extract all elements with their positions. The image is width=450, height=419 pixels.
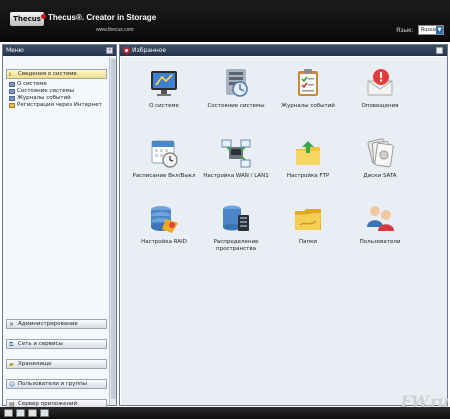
taskbar-disk-icon[interactable] xyxy=(16,409,25,417)
monitor-icon xyxy=(151,71,177,96)
users-icon: ☺ xyxy=(9,381,16,388)
tile-space-allocation[interactable]: Распределение пространства xyxy=(201,203,271,261)
tile-raid-settings[interactable]: Настройка RAID xyxy=(129,203,199,261)
tile-ftp-settings[interactable]: Настройка FTP xyxy=(273,137,343,195)
fwru-watermark: FW.ru xyxy=(400,392,449,411)
menu-item-online-registration[interactable]: Регистрация через Интернет xyxy=(9,102,102,109)
menu-title-bar: Меню « xyxy=(3,45,116,56)
menu-section-storage[interactable]: ▰ Хранилище xyxy=(6,359,107,369)
language-value: Russia xyxy=(421,27,438,33)
menu-section-label: Пользователи и группы xyxy=(18,381,88,387)
taskbar-network-icon[interactable] xyxy=(40,409,49,417)
tile-users[interactable]: Пользователи xyxy=(345,203,415,261)
favorites-panel: Избранное О системе Состояние системы Жу… xyxy=(119,44,448,406)
clipboard-icon xyxy=(9,96,15,101)
menu-item-about[interactable]: О системе xyxy=(9,81,47,88)
tile-folders[interactable]: Папки xyxy=(273,203,343,261)
menu-section-users-groups[interactable]: ☺ Пользователи и группы xyxy=(6,379,107,389)
menu-item-label: Журналы событий xyxy=(17,95,71,101)
menu-scrollbar-thumb[interactable] xyxy=(111,59,116,399)
brand-url: www.thecus.com xyxy=(96,27,134,33)
users-icon xyxy=(367,206,394,231)
taskbar-tools-icon[interactable] xyxy=(28,409,37,417)
tile-event-logs[interactable]: Журналы событий xyxy=(273,67,343,125)
menu-item-label: О системе xyxy=(17,81,47,87)
storage-icon: ▰ xyxy=(9,361,14,368)
menu-item-event-logs[interactable]: Журналы событий xyxy=(9,95,71,102)
collapse-menu-icon[interactable]: « xyxy=(106,47,113,54)
info-icon: ℹ xyxy=(9,71,12,78)
taskbar-grid-icon[interactable] xyxy=(4,409,13,417)
clipboard-icon xyxy=(298,69,318,96)
header-bar: Thecus Thecus®. Creator in Storage www.t… xyxy=(0,0,450,42)
menu-title: Меню xyxy=(6,47,24,54)
tile-about[interactable]: О системе xyxy=(129,67,199,125)
menu-item-label: Состояние системы xyxy=(17,88,75,94)
tile-wan-lan-settings[interactable]: Настройка WAN / LAN1 xyxy=(201,137,271,195)
menu-item-label: Регистрация через Интернет xyxy=(17,102,102,108)
brand-tagline: Thecus®. Creator in Storage xyxy=(48,13,157,22)
menu-section-network[interactable]: ⧉ Сеть и сервисы xyxy=(6,339,107,349)
menu-item-system-status[interactable]: Состояние системы xyxy=(9,88,74,95)
menu-section-label: Сведения о системе xyxy=(18,71,77,77)
tile-notifications[interactable]: Оповещения xyxy=(345,67,415,125)
tile-power-schedule[interactable]: Расписание Вкл/Выкл xyxy=(129,137,199,195)
menu-section-label: Администрирование xyxy=(18,321,78,327)
menu-section-label: Хранилище xyxy=(18,361,52,367)
menu-section-administration[interactable]: ✕ Администрирование xyxy=(6,319,107,329)
ftp-folder-icon xyxy=(296,141,320,165)
pin-icon[interactable] xyxy=(436,47,443,54)
space-allocation-icon xyxy=(223,205,249,231)
raid-icon xyxy=(151,206,178,233)
alert-icon xyxy=(367,69,393,96)
favorites-title: Избранное xyxy=(132,47,167,54)
menu-section-label: Сеть и сервисы xyxy=(18,341,63,347)
tools-icon: ✕ xyxy=(9,321,15,328)
favorites-icon xyxy=(123,47,130,54)
calendar-clock-icon xyxy=(151,140,178,168)
language-select[interactable]: Russia ▼ xyxy=(418,25,444,35)
tile-system-status[interactable]: Состояние системы xyxy=(201,67,271,125)
menu-section-system-info[interactable]: ℹ Сведения о системе xyxy=(6,69,107,79)
system-status-icon xyxy=(226,69,248,97)
network-icon: ⧉ xyxy=(9,341,14,348)
monitor-icon xyxy=(9,82,15,87)
favorites-title-bar: Избранное xyxy=(120,45,447,56)
language-label: Язык: xyxy=(396,27,414,34)
disks-icon xyxy=(367,138,394,168)
menu-scrollbar[interactable] xyxy=(109,57,116,405)
chevron-down-icon[interactable]: ▼ xyxy=(436,26,443,34)
folder-icon xyxy=(295,209,321,230)
network-config-icon xyxy=(221,139,251,168)
favorites-grid: О системе Состояние системы Журналы собы… xyxy=(121,57,447,405)
system-status-icon xyxy=(9,89,15,94)
menu-panel: Меню « ℹ Сведения о системе О системе Со… xyxy=(2,44,117,409)
thecus-logo: Thecus xyxy=(10,12,46,26)
registration-icon xyxy=(9,103,15,108)
tile-sata-disks[interactable]: Диски SATA xyxy=(345,137,415,195)
